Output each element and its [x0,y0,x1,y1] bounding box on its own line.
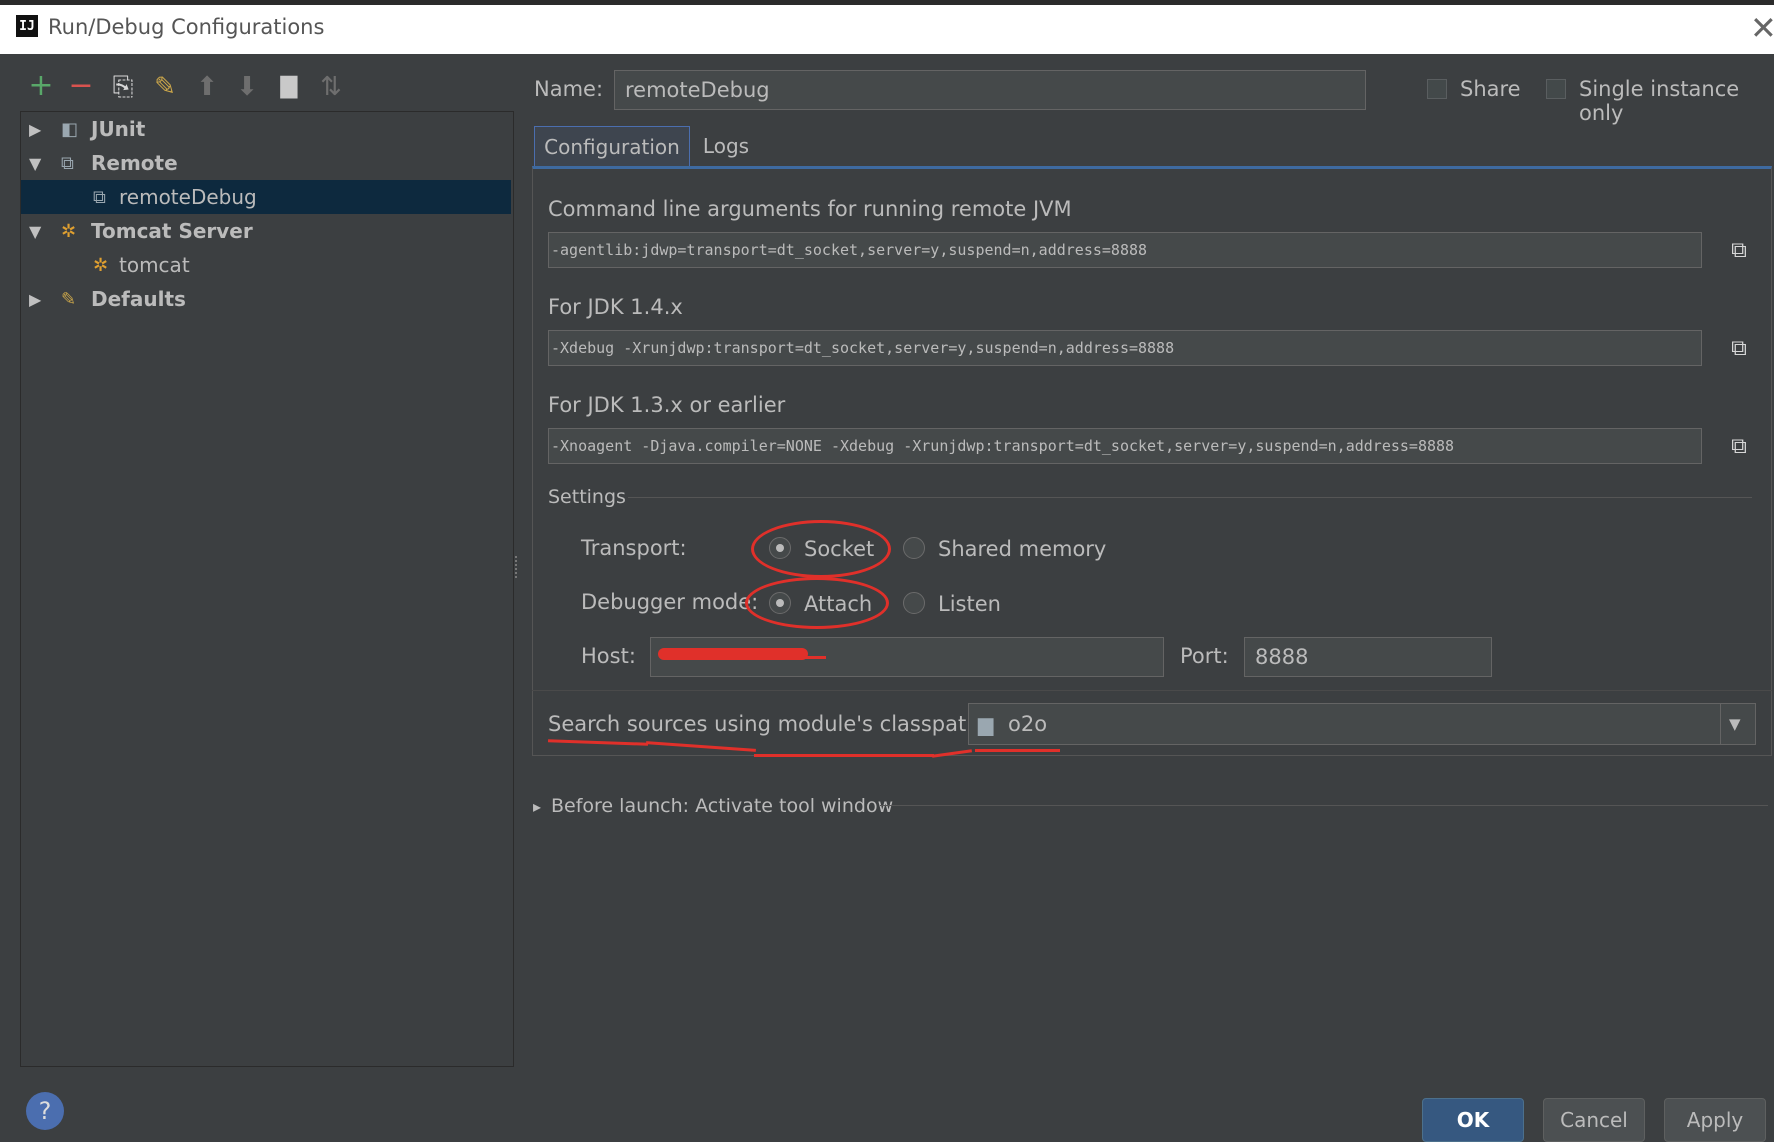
share-checkbox[interactable] [1427,79,1447,99]
transport-shared-memory-radio[interactable] [903,537,925,559]
single-instance-label: Single instance only [1579,77,1740,125]
ok-button[interactable]: OK [1422,1098,1524,1142]
port-label: Port: [1180,644,1229,668]
collapse-arrow-icon[interactable]: ▼ [29,154,41,173]
tree-item-label: tomcat [119,253,190,277]
tree-item-junit[interactable]: ▶ ◧ JUnit [21,112,511,146]
top-strip [0,0,1774,5]
help-icon[interactable]: ? [26,1092,64,1130]
annotation-circle-attach [745,577,889,629]
sort-icon[interactable]: ⇅ [316,72,346,102]
annotation-circle-socket [751,520,891,578]
intellij-app-icon: IJ [16,15,38,37]
copy-clipboard-icon[interactable]: ⧉ [1720,329,1758,367]
before-launch-label[interactable]: Before launch: Activate tool window [551,795,893,817]
chevron-down-icon[interactable]: ▼ [1729,715,1741,733]
folder-icon[interactable]: ▇ [274,74,304,99]
close-icon[interactable]: ✕ [1750,9,1774,47]
settings-label: Settings [548,486,626,508]
tree-item-label: JUnit [91,117,146,141]
remote-icon: ⧉ [61,152,74,174]
cmdline-label: Command line arguments for running remot… [548,197,1072,221]
annotation-underline [754,754,934,757]
collapse-arrow-icon[interactable]: ▼ [29,222,41,241]
transport-label: Transport: [581,536,687,560]
annotation-underline [975,749,1060,752]
debugger-listen-label[interactable]: Listen [938,592,1001,616]
tree-item-defaults[interactable]: ▶ ✎ Defaults [21,282,511,316]
expand-arrow-icon[interactable]: ▶ [29,120,41,139]
tomcat-icon: ✲ [61,220,77,242]
jdk13-label: For JDK 1.3.x or earlier [548,393,786,417]
tree-item-tomcat[interactable]: ✲ tomcat [21,248,511,282]
transport-shared-memory-label[interactable]: Shared memory [938,537,1106,561]
name-label: Name: [534,77,604,101]
copy-icon[interactable]: ⎘ [108,72,138,103]
move-up-icon[interactable]: ⬆ [192,72,222,102]
defaults-wrench-icon: ✎ [61,288,77,310]
host-redaction-scribble [760,656,826,659]
remove-icon[interactable]: − [66,68,96,103]
module-dropdown[interactable] [968,703,1756,745]
settings-separator [628,497,1752,498]
jdk13-field[interactable]: -Xnoagent -Djava.compiler=NONE -Xdebug -… [548,428,1702,464]
panel-divider [532,690,1772,691]
cmdline-field[interactable]: -agentlib:jdwp=transport=dt_socket,serve… [548,232,1702,268]
tomcat-icon: ✲ [93,254,109,276]
move-down-icon[interactable]: ⬇ [232,72,262,102]
junit-icon: ◧ [61,118,79,140]
cancel-button[interactable]: Cancel [1543,1098,1645,1142]
single-instance-checkbox[interactable] [1546,79,1566,99]
remote-icon: ⧉ [93,186,106,208]
configuration-tree[interactable]: ▶ ◧ JUnit ▼ ⧉ Remote ⧉ remoteDebug ▼ ✲ T… [20,111,514,1067]
share-label: Share [1460,77,1521,101]
module-dropdown-value: o2o [1008,712,1048,736]
tree-item-label: remoteDebug [119,185,257,209]
tree-item-tomcat-server[interactable]: ▼ ✲ Tomcat Server [21,214,511,248]
module-classpath-label: Search sources using module's classpath: [548,712,987,736]
edit-defaults-icon[interactable]: ✎ [150,72,180,102]
before-launch-separator [880,805,1768,806]
expand-arrow-icon[interactable]: ▶ [29,290,41,309]
window-title: Run/Debug Configurations [48,15,325,39]
jdk14-field[interactable]: -Xdebug -Xrunjdwp:transport=dt_socket,se… [548,330,1702,366]
tab-logs[interactable]: Logs [692,126,760,166]
host-label: Host: [581,644,636,668]
splitter-handle[interactable] [515,556,521,578]
before-launch-expand-icon[interactable]: ▸ [533,797,541,816]
dropdown-divider [1720,703,1721,745]
tree-item-label: Defaults [91,287,186,311]
copy-clipboard-icon[interactable]: ⧉ [1720,231,1758,269]
name-input[interactable]: remoteDebug [614,70,1366,110]
port-input[interactable]: 8888 [1244,637,1492,677]
apply-button[interactable]: Apply [1664,1098,1766,1142]
add-icon[interactable]: + [26,68,56,103]
jdk14-label: For JDK 1.4.x [548,295,683,319]
tree-item-remote[interactable]: ▼ ⧉ Remote [21,146,511,180]
copy-clipboard-icon[interactable]: ⧉ [1720,427,1758,465]
debugger-listen-radio[interactable] [903,592,925,614]
debugger-mode-label: Debugger mode: [581,590,759,614]
tree-item-label: Tomcat Server [91,219,253,243]
tab-configuration[interactable]: Configuration [534,126,690,167]
tree-item-label: Remote [91,151,178,175]
module-folder-icon: ▆ [978,712,994,736]
tree-item-remotedebug[interactable]: ⧉ remoteDebug [21,180,511,214]
